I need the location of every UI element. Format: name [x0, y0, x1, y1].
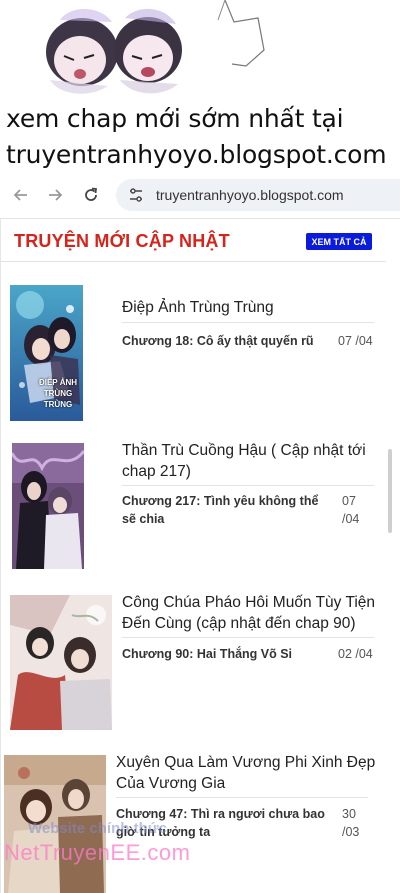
latest-updates-panel: TRUYỆN MỚI CẬP NHẬT XEM TẤT CẢ ĐIỆP ẢNH … [0, 218, 400, 893]
chibi-characters-illustration [46, 0, 265, 94]
scrollbar-thumb[interactable] [388, 449, 392, 533]
manga-title[interactable]: Thần Trù Cuồng Hậu ( Cập nhật tới chap 2… [122, 440, 378, 482]
item-divider [122, 322, 374, 323]
promo-banner: xem chap mới sớm nhất tại truyentranhyoy… [0, 0, 400, 172]
header-divider [0, 261, 386, 262]
chapter-link[interactable]: Chương 217: Tình yêu không thể sẽ chia [122, 492, 332, 528]
item-divider [116, 797, 368, 798]
update-date: 07 /04 [338, 334, 373, 348]
update-date: 02 /04 [338, 647, 373, 661]
back-arrow-icon[interactable] [10, 184, 32, 206]
manga-title[interactable]: Xuyên Qua Làm Vương Phi Xinh Đẹp Của Vươ… [116, 752, 376, 794]
forward-arrow-icon[interactable] [44, 184, 66, 206]
manga-title[interactable]: Điệp Ảnh Trùng Trùng [122, 297, 372, 318]
chapter-link[interactable]: Chương 90: Hai Thắng Võ Si [122, 645, 332, 663]
reload-icon[interactable] [80, 184, 102, 206]
section-title: TRUYỆN MỚI CẬP NHẬT [14, 231, 230, 251]
promo-line-2: truyentranhyoyo.blogspot.com [6, 140, 387, 169]
manga-title[interactable]: Công Chúa Pháo Hôi Muốn Tùy Tiện Đến Cùn… [122, 592, 378, 634]
site-watermark: Website chính thức NetTruyenEE.com [0, 816, 260, 876]
cover-title: ĐIỆP ẢNH TRÙNG TRÙNG [38, 378, 78, 409]
panel-border [0, 219, 1, 893]
url-text: truyentranhyoyo.blogspot.com [156, 187, 344, 203]
manga-cover[interactable] [10, 595, 112, 730]
update-date: 07 /04 [342, 494, 360, 526]
update-date: 30 /03 [342, 807, 360, 839]
manga-cover[interactable]: ĐIỆP ẢNH TRÙNG TRÙNG [10, 285, 83, 421]
item-divider [122, 485, 374, 486]
promo-line-1: xem chap mới sớm nhất tại [6, 104, 344, 133]
browser-toolbar: truyentranhyoyo.blogspot.com [0, 176, 400, 214]
chapter-link[interactable]: Chương 18: Cô ấy thật quyến rũ [122, 332, 332, 350]
tune-icon[interactable] [128, 187, 144, 203]
see-all-button[interactable]: XEM TẤT CẢ [306, 233, 372, 250]
watermark-line-1: Website chính thức [28, 820, 167, 837]
address-bar[interactable]: truyentranhyoyo.blogspot.com [116, 179, 400, 211]
watermark-line-2: NetTruyenEE.com [4, 840, 191, 865]
item-divider [122, 637, 374, 638]
manga-cover[interactable] [12, 443, 84, 569]
